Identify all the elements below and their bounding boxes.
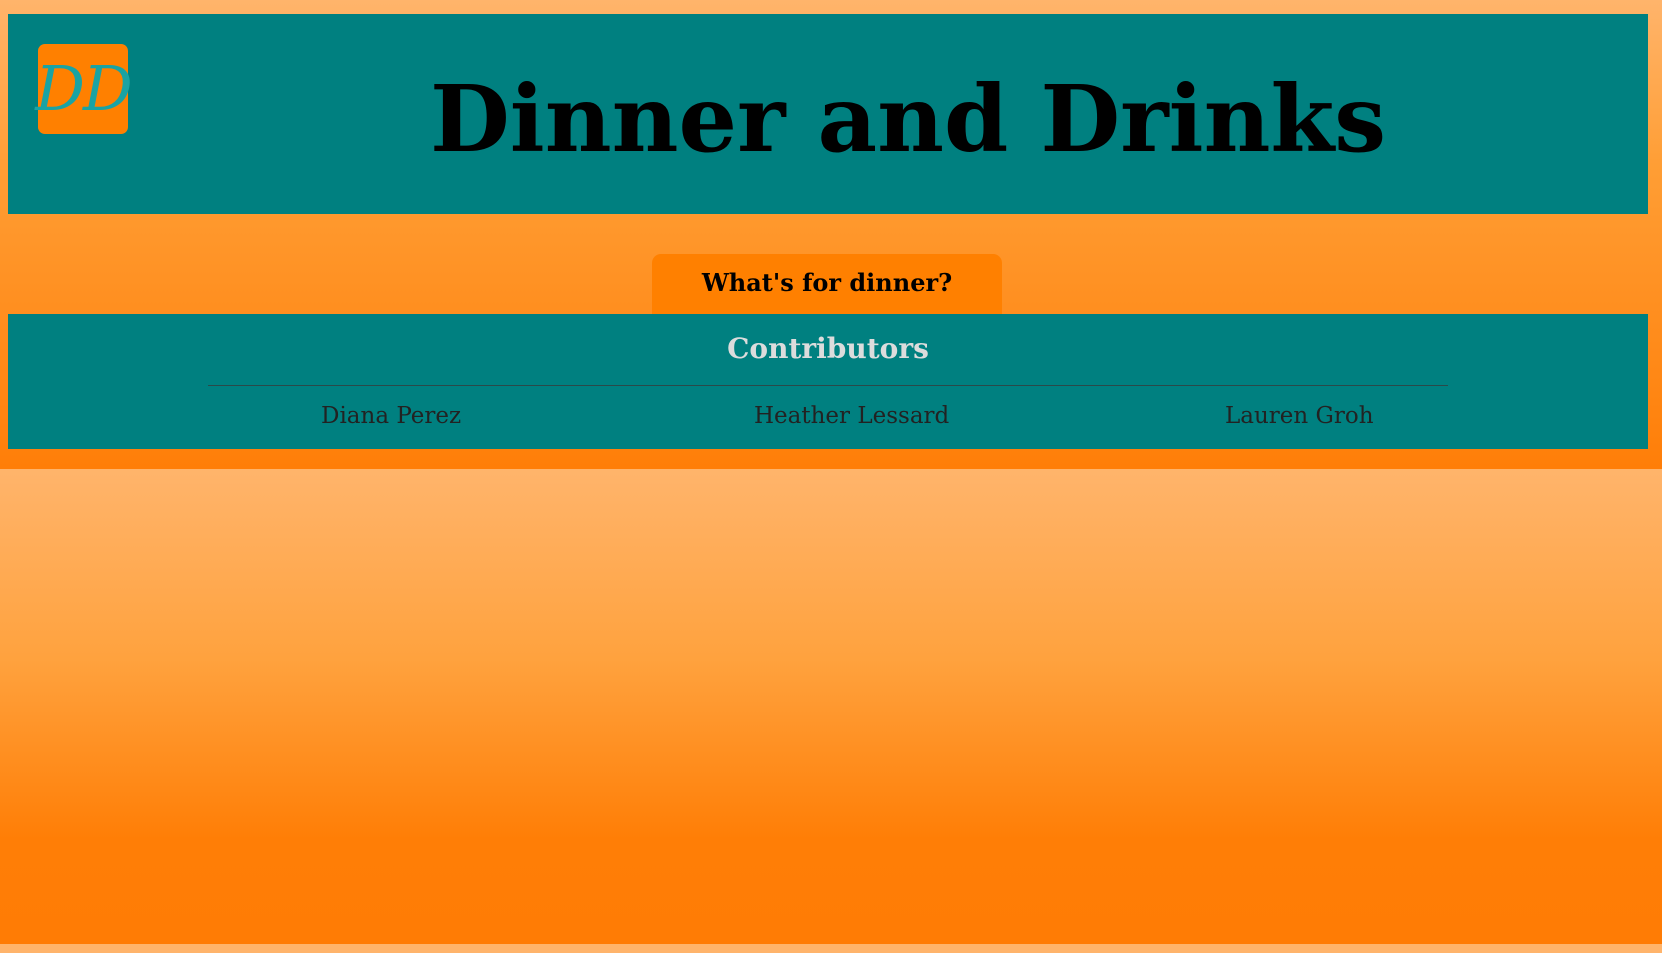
- contributors-section: Contributors Diana Perez Heather Lessard…: [8, 314, 1648, 449]
- contributor-name: Diana Perez: [321, 403, 462, 429]
- whats-for-dinner-tab[interactable]: What's for dinner?: [652, 254, 1002, 314]
- contributors-divider: [208, 385, 1448, 386]
- contributor-name: Lauren Groh: [1225, 403, 1374, 429]
- site-logo[interactable]: DD: [35, 44, 133, 134]
- contributor-name: Heather Lessard: [754, 403, 950, 429]
- site-title: Dinner and Drinks: [429, 65, 1387, 173]
- bottom-strip: [0, 944, 1662, 953]
- contributors-title: Contributors: [727, 332, 929, 365]
- bottom-section-background: [0, 469, 1662, 944]
- site-header: DD Dinner and Drinks: [8, 14, 1648, 214]
